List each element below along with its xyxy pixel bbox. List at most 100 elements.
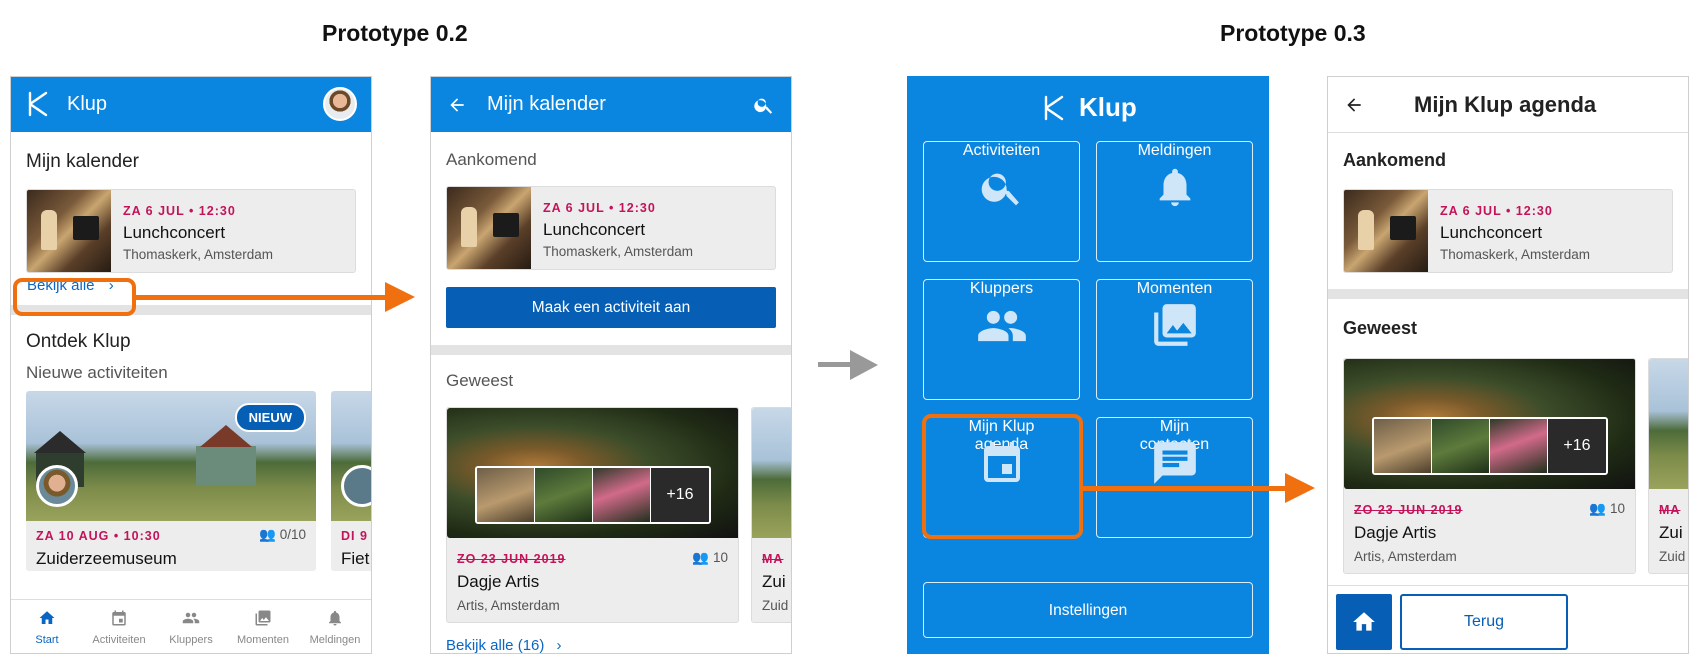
past-event-image	[1649, 359, 1688, 489]
photo-thumb	[477, 468, 535, 522]
home-button[interactable]	[1336, 594, 1392, 650]
nav-label: Kluppers	[169, 634, 213, 646]
klup-logo-icon	[1044, 95, 1064, 121]
event-card[interactable]: ZA 6 JUL • 12:30 Lunchconcert Thomaskerk…	[1343, 189, 1673, 273]
more-photos-count: +16	[651, 468, 709, 522]
flow-arrow-head	[1285, 473, 1315, 503]
highlight-agenda-tile	[922, 414, 1083, 539]
participants-count: 👥 10	[692, 550, 728, 566]
screen-title: Mijn Klup agenda	[1414, 92, 1597, 117]
divider	[431, 345, 791, 355]
organizer-avatar	[36, 465, 78, 507]
flow-arrow-line	[136, 295, 386, 300]
discover-heading: Ontdek Klup	[26, 331, 131, 352]
past-event-place: Artis, Amsterdam	[457, 598, 560, 613]
highlight-view-all	[13, 278, 136, 316]
create-activity-button[interactable]: Maak een activiteit aan	[446, 287, 776, 328]
activity-card[interactable]: NIEUW ZA 10 AUG • 10:30 👥 0/10 Zuiderzee…	[26, 391, 316, 571]
screen-menu-v03: Klup Activiteiten Meldingen Kluppers Mom…	[907, 76, 1269, 654]
klup-logo-icon	[28, 91, 48, 117]
view-all-past-link[interactable]: Bekijk alle (16) ›	[446, 637, 562, 653]
past-event-card[interactable]: +16 ZO 23 JUN 2019 👥 10 Dagje Artis Arti…	[1343, 358, 1636, 574]
past-event-date: MA	[1659, 503, 1681, 517]
screen-agenda-v03: Mijn Klup agenda Aankomend ZA 6 JUL • 12…	[1327, 76, 1689, 654]
past-event-card[interactable]: +16 ZO 23 JUN 2019 👥 10 Dagje Artis Arti…	[446, 407, 739, 623]
event-image	[1344, 190, 1428, 272]
photos-icon	[1153, 304, 1196, 346]
activity-date: DI 9	[341, 529, 368, 543]
app-bar: Mijn kalender	[431, 77, 791, 132]
tile-label: Kluppers	[969, 280, 1034, 297]
app-title: Klup	[1079, 92, 1137, 122]
divider	[1328, 289, 1688, 299]
nav-label: Meldingen	[309, 634, 361, 646]
past-heading: Geweest	[446, 371, 514, 390]
photos-icon	[255, 610, 271, 626]
nav-kluppers[interactable]: Kluppers	[155, 600, 227, 653]
tile-kluppers[interactable]: Kluppers	[923, 279, 1080, 400]
past-event-date: ZO 23 JUN 2019	[457, 552, 566, 566]
nav-momenten[interactable]: Momenten	[227, 600, 299, 653]
past-event-date: MA	[762, 552, 784, 566]
event-card[interactable]: ZA 6 JUL • 12:30 Lunchconcert Thomaskerk…	[26, 189, 356, 273]
event-title: Lunchconcert	[543, 220, 646, 239]
past-event-place: Zuid	[1659, 549, 1686, 564]
photo-strip[interactable]: +16	[1372, 417, 1608, 475]
event-date: ZA 6 JUL • 12:30	[543, 201, 656, 215]
nav-meldingen[interactable]: Meldingen	[299, 600, 371, 653]
settings-button[interactable]: Instellingen	[923, 582, 1253, 638]
past-event-title: Zui	[1659, 523, 1683, 542]
bell-icon	[329, 610, 341, 626]
tile-label: Meldingen	[1137, 142, 1212, 159]
nav-start[interactable]: Start	[11, 600, 83, 653]
people-icon	[977, 310, 1026, 342]
tile-label: Activiteiten	[962, 142, 1041, 159]
transition-arrow-line	[818, 362, 852, 367]
tile-label: Momenten	[1136, 280, 1213, 297]
chat-icon	[1153, 442, 1196, 484]
event-card[interactable]: ZA 6 JUL • 12:30 Lunchconcert Thomaskerk…	[446, 186, 776, 270]
back-button[interactable]: Terug	[1400, 594, 1568, 650]
screen-title: Mijn kalender	[487, 93, 606, 115]
activity-title: Zuiderzeemuseum	[36, 549, 177, 568]
activity-card[interactable]: DI 9 Fiet	[331, 391, 371, 571]
event-image	[27, 190, 111, 272]
tile-momenten[interactable]: Momenten	[1096, 279, 1253, 400]
nav-label: Activiteiten	[92, 634, 146, 646]
past-event-card[interactable]: MA Zui Zuid	[1648, 358, 1688, 574]
activity-date: ZA 10 AUG • 10:30	[36, 529, 161, 543]
people-icon: 👥	[259, 527, 276, 542]
back-arrow-icon[interactable]	[447, 95, 467, 115]
event-place: Thomaskerk, Amsterdam	[543, 244, 694, 259]
prototype-0-3-title: Prototype 0.3	[1220, 20, 1366, 46]
people-icon: 👥	[692, 550, 710, 565]
prototype-0-2-title: Prototype 0.2	[322, 20, 468, 46]
participants-label: 10	[712, 550, 728, 565]
search-icon[interactable]	[753, 94, 775, 116]
app-bar: Klup	[11, 77, 371, 132]
upcoming-heading: Aankomend	[446, 150, 537, 169]
screen-home-v02: Klup Mijn kalender ZA 6 JUL • 12:30 Lunc…	[10, 76, 372, 654]
past-heading: Geweest	[1343, 318, 1418, 338]
photo-thumb	[1490, 419, 1548, 473]
activity-title: Fiet	[341, 549, 370, 568]
nav-activiteiten[interactable]: Activiteiten	[83, 600, 155, 653]
bell-icon	[1159, 168, 1190, 207]
tile-activiteiten[interactable]: Activiteiten	[923, 141, 1080, 262]
event-title: Lunchconcert	[1440, 223, 1543, 242]
people-icon	[182, 612, 200, 624]
avatar[interactable]	[323, 87, 357, 121]
past-event-title: Zui	[762, 572, 786, 591]
app-title: Klup	[67, 93, 108, 115]
event-title: Lunchconcert	[123, 223, 226, 242]
back-arrow-icon[interactable]	[1344, 95, 1364, 115]
tile-mijn-contacten[interactable]: Mijn contacten	[1096, 417, 1253, 538]
photo-strip[interactable]: +16	[475, 466, 711, 524]
photo-thumb	[535, 468, 593, 522]
people-icon: 👥	[1589, 501, 1607, 516]
past-event-place: Artis, Amsterdam	[1354, 549, 1457, 564]
transition-arrow-head	[850, 350, 878, 380]
participants-label: 10	[1609, 501, 1625, 516]
past-event-card[interactable]: MA Zui Zuid	[751, 407, 791, 623]
tile-meldingen[interactable]: Meldingen	[1096, 141, 1253, 262]
